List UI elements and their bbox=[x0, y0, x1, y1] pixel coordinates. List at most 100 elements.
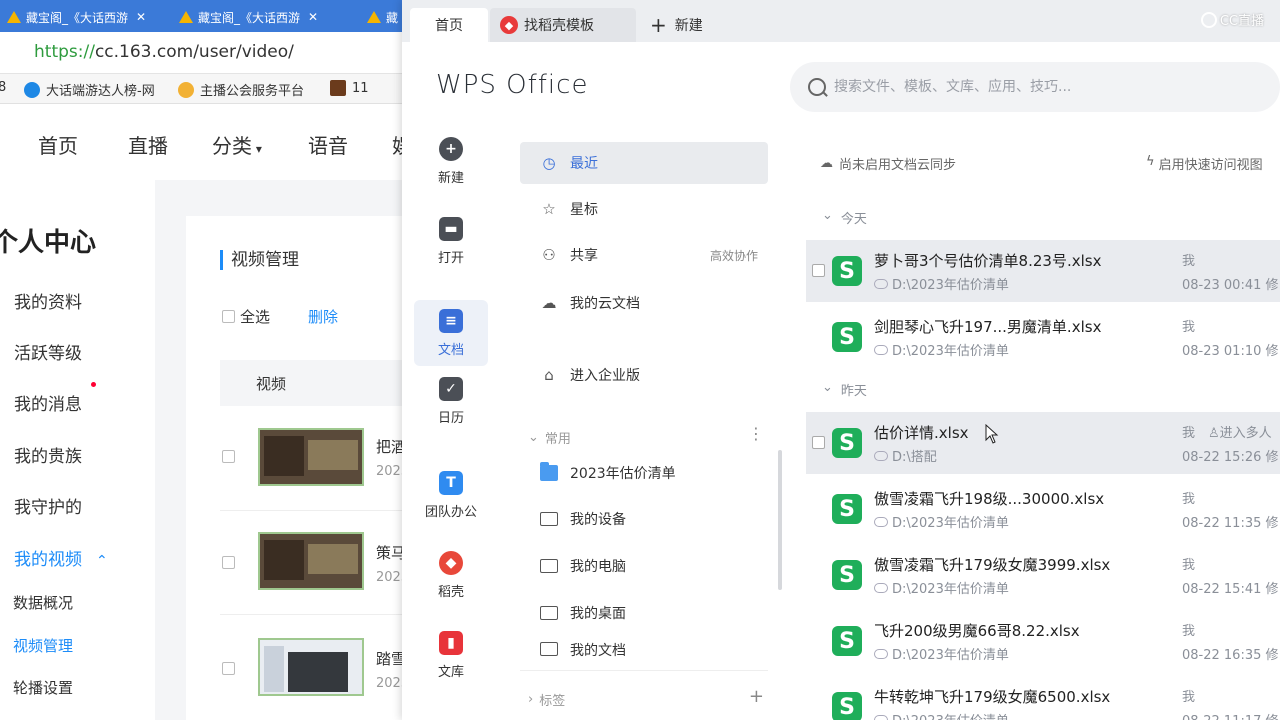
nav-my-device[interactable]: 我的设备 bbox=[520, 498, 768, 540]
file-owner: 我 bbox=[1182, 624, 1196, 639]
nav-my-computer[interactable]: 我的电脑 bbox=[520, 545, 768, 587]
row-checkbox[interactable] bbox=[812, 264, 825, 277]
rail-team[interactable]: T 团队办公 bbox=[414, 462, 488, 528]
sidebar-item-my-videos[interactable]: 我的视频 ⌃ bbox=[14, 545, 108, 570]
site-nav-home[interactable]: 首页 bbox=[38, 130, 78, 159]
search-input[interactable] bbox=[834, 74, 1264, 100]
sidebar-item-profile[interactable]: 我的资料 bbox=[14, 288, 82, 313]
nav-enterprise[interactable]: ⌂ 进入企业版 bbox=[520, 354, 768, 396]
file-name: 估价详情.xlsx bbox=[874, 424, 969, 442]
url-text[interactable]: https://cc.163.com/user/video/ bbox=[34, 42, 294, 62]
quick-access-link[interactable]: ϟ 启用快速访问视图 bbox=[1146, 154, 1263, 173]
browser-tab[interactable]: 藏宝阁_《大话西游 ✕ bbox=[172, 2, 324, 32]
desktop-icon bbox=[540, 604, 558, 622]
row-checkbox[interactable] bbox=[812, 436, 825, 449]
file-row[interactable]: S 傲雪凌霜飞升198级...30000.xlsx D:\2023年估价清单 我… bbox=[806, 478, 1280, 540]
rail-calendar[interactable]: ✓ 日历 bbox=[414, 368, 488, 434]
browser-tab-title: 藏 bbox=[386, 10, 399, 25]
sidebar-item-messages[interactable]: 我的消息 bbox=[14, 390, 82, 415]
bookmark-item[interactable]: 8 bbox=[0, 80, 6, 95]
rail-docer[interactable]: ◆ 稻壳 bbox=[414, 542, 488, 608]
star-icon: ☆ bbox=[542, 200, 556, 218]
group-header-today[interactable]: ⌄ 今天 bbox=[822, 208, 867, 227]
rail-label: 新建 bbox=[437, 170, 464, 186]
rail-open[interactable]: ▬ 打开 bbox=[414, 208, 488, 274]
nav-hint: 高效协作 bbox=[709, 248, 758, 263]
sidebar-subitem-carousel[interactable]: 轮播设置 bbox=[13, 677, 73, 698]
nav-my-desktop[interactable]: 我的桌面 bbox=[520, 592, 768, 634]
add-tag-icon[interactable]: + bbox=[749, 686, 764, 707]
url-scheme: https:// bbox=[34, 42, 95, 62]
scrollbar[interactable] bbox=[778, 450, 782, 590]
search-box[interactable] bbox=[790, 62, 1280, 112]
close-icon[interactable]: ✕ bbox=[308, 10, 318, 24]
rail-label: 稻壳 bbox=[437, 584, 464, 600]
site-nav-voice[interactable]: 语音 bbox=[308, 130, 348, 159]
rail-label: 打开 bbox=[437, 250, 464, 266]
folder-icon bbox=[540, 462, 558, 482]
row-checkbox[interactable] bbox=[222, 450, 235, 463]
bookmark-label: 主播公会服务平台 bbox=[200, 84, 305, 99]
nav-label: 我的云文档 bbox=[570, 296, 640, 312]
chevron-down-icon: ⌄ bbox=[822, 208, 833, 223]
row-checkbox[interactable] bbox=[222, 662, 235, 675]
browser-tab[interactable]: 藏宝阁_《大话西游 ✕ bbox=[0, 2, 152, 32]
browser-tab-strip: 藏宝阁_《大话西游 ✕ 藏宝阁_《大话西游 ✕ 藏 bbox=[0, 0, 420, 32]
nav-recent[interactable]: ◷ 最近 bbox=[520, 142, 768, 184]
nav-star[interactable]: ☆ 星标 bbox=[520, 188, 768, 230]
common-section-header[interactable]: ⌄ 常用 bbox=[528, 428, 571, 447]
file-row[interactable]: S 傲雪凌霜飞升179级女魔3999.xlsx D:\2023年估价清单 我 0… bbox=[806, 544, 1280, 606]
spreadsheet-icon: S bbox=[832, 256, 862, 286]
more-icon[interactable]: ⋮ bbox=[748, 424, 764, 443]
tags-section-header[interactable]: › 标签 bbox=[528, 690, 565, 709]
rail-docs[interactable]: ≡ 文档 bbox=[414, 300, 488, 366]
rail-label: 团队办公 bbox=[424, 504, 477, 520]
nav-my-documents[interactable]: 我的文档 bbox=[520, 640, 768, 662]
site-nav-live[interactable]: 直播 bbox=[128, 130, 168, 159]
table-header: 视频 bbox=[220, 360, 426, 406]
sidebar-item-level[interactable]: 活跃等级 bbox=[14, 339, 82, 364]
delete-button[interactable]: 删除 bbox=[308, 306, 338, 327]
select-all-checkbox[interactable] bbox=[222, 310, 235, 323]
cat-logo-icon bbox=[178, 81, 194, 98]
select-all-label[interactable]: 全选 bbox=[240, 306, 270, 327]
bookmark-item[interactable]: 11 bbox=[330, 80, 369, 96]
file-row[interactable]: S 飞升200级男魔66哥8.22.xlsx D:\2023年估价清单 我 08… bbox=[806, 610, 1280, 672]
collab-link[interactable]: ♙进入多人 bbox=[1208, 422, 1272, 441]
nav-label: 共享 bbox=[570, 248, 598, 264]
video-thumbnail[interactable] bbox=[258, 428, 364, 486]
file-row[interactable]: S 牛转乾坤飞升179级女魔6500.xlsx D:\2023年估价清单 我 0… bbox=[806, 676, 1280, 720]
path-text: D:\2023年估价清单 bbox=[892, 648, 1009, 663]
rail-new[interactable]: + 新建 bbox=[414, 128, 488, 194]
file-row[interactable]: S 估价详情.xlsx D:\搭配 我 ♙进入多人 08-22 15:26 修 bbox=[806, 412, 1280, 474]
sidebar-item-guarded[interactable]: 我守护的 bbox=[14, 493, 82, 518]
file-row[interactable]: S 萝卜哥3个号估价清单8.23号.xlsx D:\2023年估价清单 我 08… bbox=[806, 240, 1280, 302]
nav-cloud-docs[interactable]: ☁ 我的云文档 bbox=[520, 282, 768, 324]
rail-library[interactable]: ▮ 文库 bbox=[414, 622, 488, 688]
video-thumbnail[interactable] bbox=[258, 638, 364, 696]
site-nav-category[interactable]: 分类 ▾ bbox=[212, 130, 262, 159]
group-header-yesterday[interactable]: ⌄ 昨天 bbox=[822, 380, 867, 399]
nav-share[interactable]: ⚇ 共享 高效协作 bbox=[520, 234, 768, 276]
file-path: D:\2023年估价清单 bbox=[874, 710, 1009, 720]
tab-templates[interactable]: ◆ 找稻壳模板 bbox=[490, 8, 636, 42]
nav-label: 我的电脑 bbox=[570, 559, 626, 575]
video-thumbnail[interactable] bbox=[258, 532, 364, 590]
file-row[interactable]: S 剑胆琴心飞升197...男魔清单.xlsx D:\2023年估价清单 我 0… bbox=[806, 306, 1280, 368]
row-checkbox[interactable] bbox=[222, 556, 235, 569]
browser-tab[interactable]: 藏 bbox=[360, 2, 404, 32]
tab-home[interactable]: 首页 bbox=[410, 8, 488, 42]
tab-label: 首页 bbox=[435, 18, 463, 34]
sidebar-subitem-video-manage[interactable]: 视频管理 bbox=[13, 635, 73, 656]
docer-logo-icon: ◆ bbox=[500, 16, 518, 34]
address-bar[interactable]: https://cc.163.com/user/video/ bbox=[0, 32, 420, 74]
close-icon[interactable]: ✕ bbox=[136, 10, 146, 24]
cloud-sync-notice[interactable]: ☁ 尚未启用文档云同步 bbox=[820, 154, 956, 173]
new-tab-button[interactable]: + 新建 bbox=[650, 8, 703, 42]
sidebar-subitem-overview[interactable]: 数据概况 bbox=[13, 592, 73, 613]
bookmark-item[interactable]: 主播公会服务平台 bbox=[178, 80, 304, 99]
section-title: 视频管理 bbox=[220, 250, 299, 270]
bookmark-item[interactable]: 大话端游达人榜-网 bbox=[24, 80, 155, 99]
nav-common-folder[interactable]: 2023年估价清单 bbox=[520, 452, 768, 494]
sidebar-item-noble[interactable]: 我的贵族 bbox=[14, 442, 82, 467]
